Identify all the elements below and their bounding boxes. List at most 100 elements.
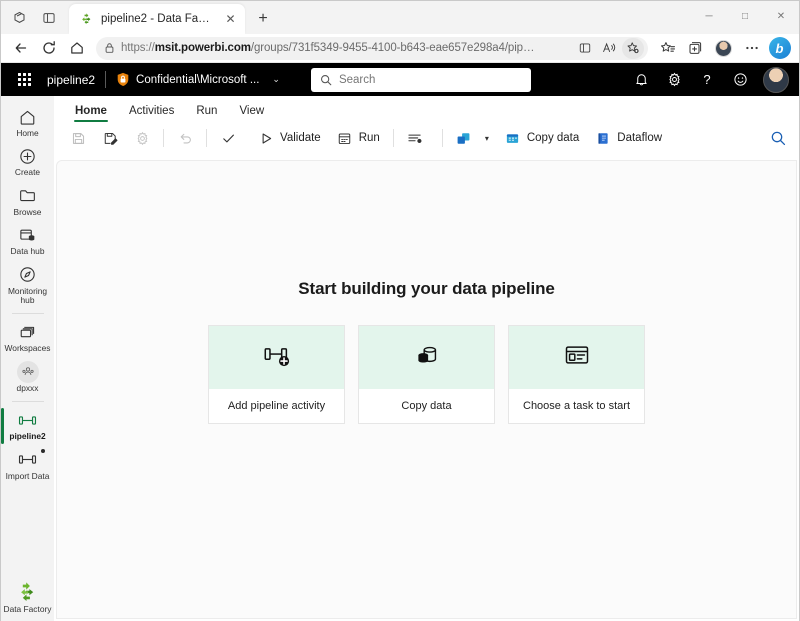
help-glyph: ? — [703, 72, 711, 87]
run-play-icon — [258, 130, 274, 146]
view-run-history-button[interactable] — [399, 126, 437, 151]
sidebar-item-label: Monitoring hub — [7, 285, 48, 306]
split-screen-icon[interactable] — [35, 5, 63, 31]
tab-strip: pipeline2 - Data Factory ✕ + ─ □ ✕ — [1, 1, 799, 34]
browser-tab-active[interactable]: pipeline2 - Data Factory ✕ — [69, 4, 245, 34]
browser-window: pipeline2 - Data Factory ✕ + ─ □ ✕ https… — [0, 0, 800, 621]
schedule-calendar-icon — [337, 130, 353, 146]
sidebar-item-workspaces[interactable]: Workspaces — [1, 317, 54, 356]
pipeline-canvas[interactable]: Start building your data pipeline Add pi… — [56, 160, 797, 619]
add-pipeline-activity-icon — [262, 340, 292, 375]
split-screen-icon[interactable] — [574, 38, 596, 59]
address-bar[interactable]: https://msit.powerbi.com/groups/731f5349… — [96, 36, 648, 60]
copy-data-button[interactable]: ▾ — [448, 126, 497, 151]
ribbon-search-icon[interactable] — [765, 125, 791, 151]
create-plus-icon — [16, 145, 40, 167]
user-avatar[interactable] — [763, 66, 789, 93]
tab-run[interactable]: Run — [185, 105, 228, 123]
home-icon[interactable] — [63, 36, 90, 61]
settings-more-icon[interactable] — [738, 36, 765, 61]
left-navigation-rail: Home Create Browse Data hub Monitoring h… — [1, 96, 54, 621]
notifications-icon[interactable] — [626, 66, 656, 94]
tab-view[interactable]: View — [228, 105, 275, 123]
sidebar-item-label: Data hub — [10, 246, 45, 257]
tab-home[interactable]: Home — [64, 105, 118, 123]
feedback-smiley-icon[interactable] — [725, 66, 755, 94]
dataflow-button[interactable]: Copy data — [497, 126, 587, 151]
sidebar-item-pipeline2[interactable]: pipeline2 — [1, 405, 54, 445]
data-factory-logo — [15, 580, 39, 604]
undo-button[interactable] — [169, 126, 201, 151]
bing-logo: b — [768, 37, 791, 59]
card-choose-a-task-to-start[interactable]: Choose a task to start — [508, 324, 645, 424]
divider — [441, 129, 443, 147]
chevron-down-icon[interactable]: ⌄ — [272, 74, 280, 85]
fabric-app-bar: pipeline2 Confidential\Microsoft ... ⌄ S… — [1, 63, 799, 96]
divider — [392, 129, 394, 147]
card-add-pipeline-activity[interactable]: Add pipeline activity — [208, 324, 345, 424]
sidebar-item-monitoring-hub[interactable]: Monitoring hub — [1, 260, 54, 309]
app-bar-actions: ? — [626, 66, 789, 94]
avatar — [715, 39, 732, 57]
sidebar-item-home[interactable]: Home — [1, 102, 54, 141]
run-button[interactable]: Validate — [250, 126, 329, 151]
read-aloud-icon[interactable] — [598, 38, 620, 59]
close-window-button[interactable]: ✕ — [763, 1, 799, 32]
sidebar-item-label: Workspaces — [4, 343, 51, 354]
profile-icon[interactable] — [710, 36, 737, 61]
page-title: Start building your data pipeline — [298, 278, 555, 298]
notebook-icon — [595, 130, 611, 146]
chevron-down-icon[interactable]: ▾ — [485, 134, 489, 143]
card-copy-data[interactable]: Copy data — [358, 324, 495, 424]
save-icon — [70, 130, 86, 146]
refresh-icon[interactable] — [35, 36, 62, 61]
favorites-icon[interactable] — [654, 36, 681, 61]
workspaces-icon[interactable] — [5, 5, 33, 31]
minimize-button[interactable]: ─ — [691, 1, 727, 32]
sensitivity-label[interactable]: Confidential\Microsoft ... ⌄ — [116, 72, 280, 87]
close-icon[interactable]: ✕ — [222, 11, 239, 28]
app-title: pipeline2 — [47, 72, 96, 87]
data-hub-icon — [16, 224, 40, 246]
notebook-label: Dataflow — [617, 132, 663, 144]
card-icon-area — [509, 325, 644, 389]
notebook-button[interactable]: Dataflow — [587, 126, 670, 151]
sidebar-item-label: Browse — [13, 206, 42, 217]
tab-strip-system-icons — [1, 1, 67, 34]
save-as-button[interactable] — [94, 126, 126, 151]
browser-tab-title: pipeline2 - Data Factory — [101, 13, 215, 25]
maximize-button[interactable]: □ — [727, 1, 763, 32]
card-label: Copy data — [359, 388, 494, 423]
collections-icon[interactable] — [682, 36, 709, 61]
app-launcher-icon[interactable] — [11, 67, 37, 93]
start-cards: Add pipeline activity Copy data Choose a… — [208, 324, 645, 424]
rail-footer[interactable]: Data Factory — [4, 580, 51, 614]
pipeline-settings-button[interactable] — [126, 126, 158, 151]
save-button[interactable] — [62, 126, 94, 151]
sensitivity-text: Confidential\Microsoft ... — [136, 73, 260, 86]
sidebar-item-import-data[interactable]: Import Data — [1, 445, 54, 484]
search-input[interactable]: Search — [310, 67, 531, 92]
save-as-icon — [102, 130, 118, 146]
sidebar-item-data-hub[interactable]: Data hub — [1, 220, 54, 259]
back-icon[interactable] — [7, 36, 34, 61]
pipeline-icon — [16, 409, 40, 431]
sidebar-item-create[interactable]: Create — [1, 141, 54, 180]
add-favorite-icon[interactable] — [622, 37, 644, 59]
window-controls: ─ □ ✕ — [691, 1, 799, 34]
new-tab-button[interactable]: + — [250, 6, 276, 32]
schedule-button[interactable]: Run — [329, 126, 388, 151]
sidebar-item-label: Import Data — [5, 470, 50, 481]
validate-button[interactable] — [212, 126, 250, 151]
help-icon[interactable]: ? — [692, 66, 722, 94]
settings-gear-icon[interactable] — [659, 66, 689, 94]
address-bar-actions — [574, 37, 644, 59]
divider — [105, 71, 107, 88]
sidebar-item-dpxxx[interactable]: dpxxx — [1, 357, 54, 396]
copy-data-icon — [456, 130, 472, 146]
data-factory-icon — [79, 12, 94, 27]
bing-copilot-icon[interactable]: b — [766, 36, 793, 61]
divider — [163, 129, 164, 147]
tab-activities[interactable]: Activities — [118, 105, 185, 123]
sidebar-item-browse[interactable]: Browse — [1, 181, 54, 220]
